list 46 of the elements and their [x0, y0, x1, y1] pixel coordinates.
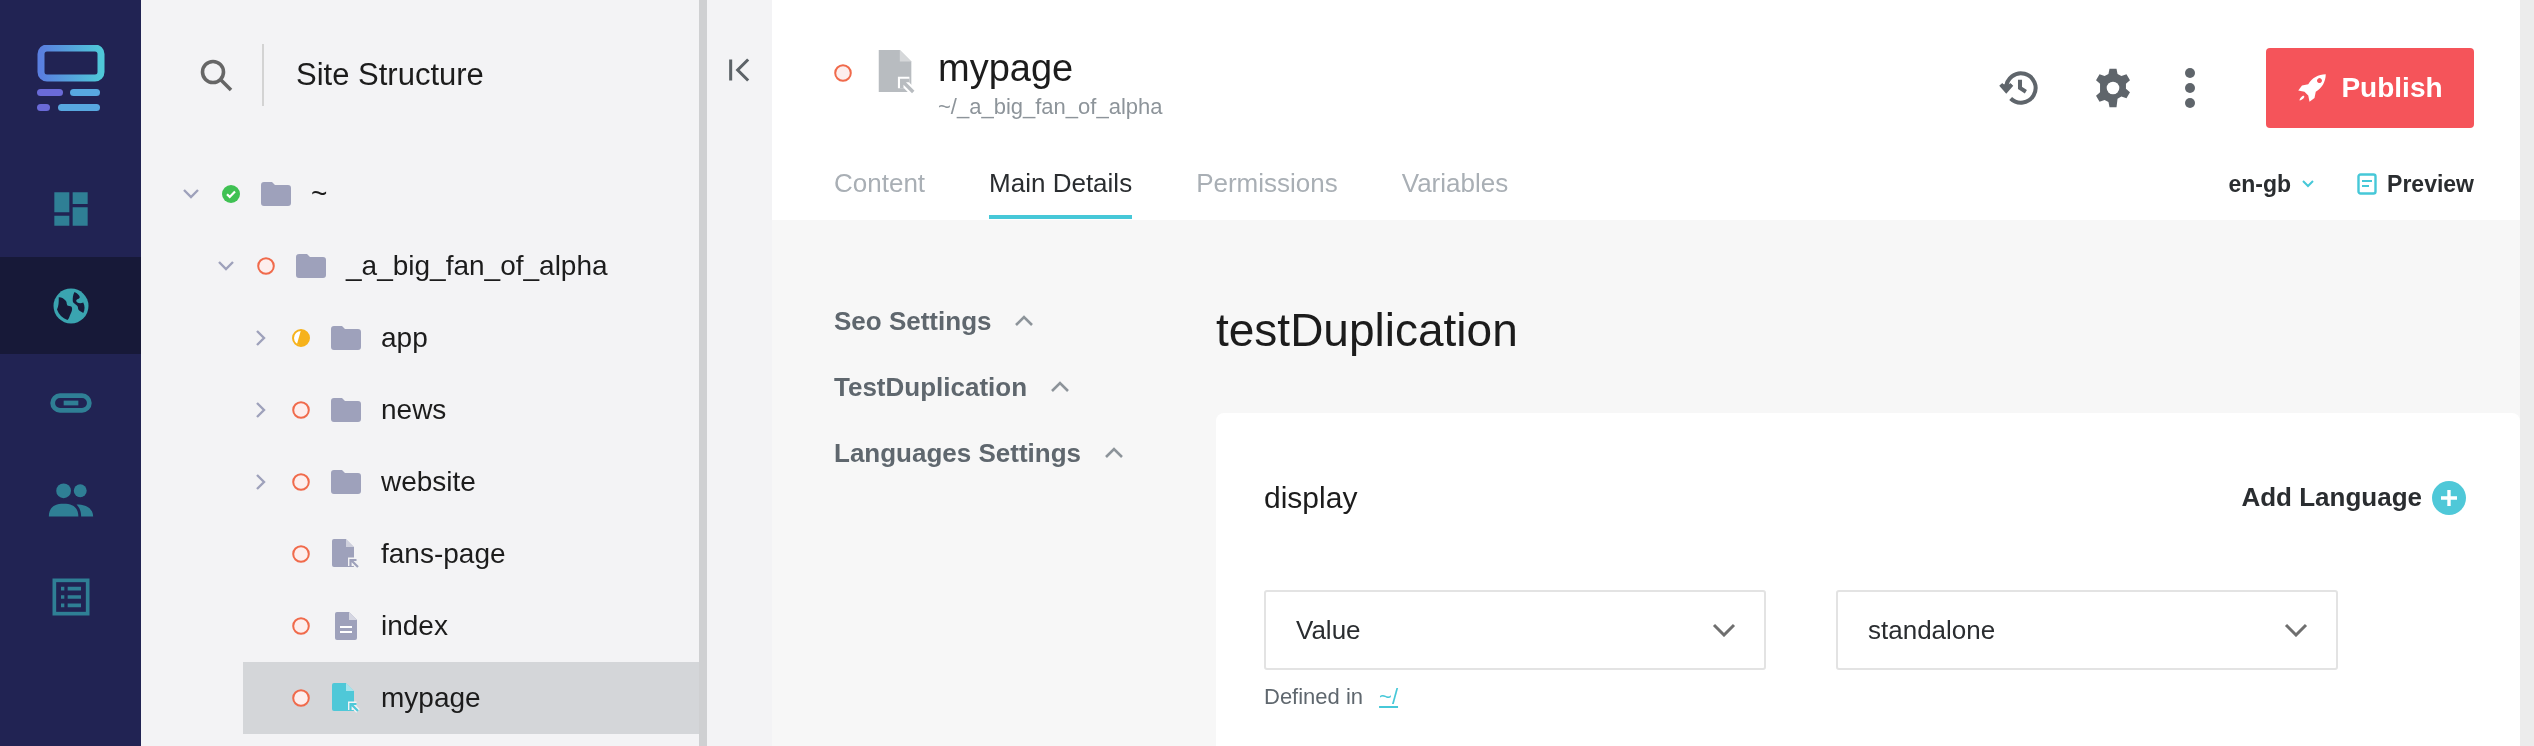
linked-page-icon: [876, 48, 916, 94]
preview-button[interactable]: Preview: [2357, 166, 2474, 201]
tree-item[interactable]: mypage: [243, 662, 699, 734]
chevron-down-icon: [1712, 623, 1736, 637]
more-icon[interactable]: [2184, 68, 2196, 108]
tree-item[interactable]: website: [243, 446, 699, 518]
section-toggle[interactable]: TestDuplication: [834, 354, 1072, 420]
chevron-down-icon[interactable]: [182, 188, 200, 200]
chevron-right-icon[interactable]: [255, 329, 267, 347]
chevron-right-icon[interactable]: [255, 401, 267, 419]
globe-icon[interactable]: [0, 257, 141, 354]
tree-item[interactable]: news: [243, 374, 699, 446]
search-icon[interactable]: [198, 57, 234, 93]
section-toggle[interactable]: Languages Settings: [834, 420, 1126, 486]
folder-icon: [296, 254, 326, 278]
document-icon: [2357, 172, 2378, 195]
chevron-down-icon: [2284, 623, 2308, 637]
page-path: ~/_a_big_fan_of_alpha: [938, 92, 1163, 121]
tree-item[interactable]: app: [243, 302, 699, 374]
chevron-down-icon: [2301, 178, 2316, 189]
folder-icon: [261, 182, 291, 206]
section-toggle[interactable]: Seo Settings: [834, 288, 1036, 354]
folder-icon: [331, 398, 361, 422]
section-title: testDuplication: [1216, 303, 1519, 358]
plus-icon: [2432, 480, 2466, 515]
tree-item[interactable]: ~: [173, 158, 699, 230]
folder-icon: [331, 326, 361, 350]
tab[interactable]: Main Details: [989, 164, 1133, 219]
panel-title: Site Structure: [296, 55, 484, 94]
add-language-button[interactable]: Add Language: [2241, 478, 2466, 517]
chevron-down-icon[interactable]: [217, 260, 235, 272]
tree-item[interactable]: _a_big_fan_of_alpha: [208, 230, 699, 302]
rocket-icon: [2297, 73, 2328, 103]
folder-icon: [331, 470, 361, 494]
linked-page-icon: [332, 539, 360, 569]
field-name: display: [1264, 480, 1358, 516]
defined-in-label: Defined in: [1264, 683, 1364, 711]
chevron-right-icon[interactable]: [255, 473, 267, 491]
select-field[interactable]: standalone: [1836, 590, 2338, 670]
language-dropdown[interactable]: en-gb: [2228, 166, 2316, 201]
document-icon: [335, 612, 357, 640]
select-field[interactable]: Value: [1264, 590, 1766, 670]
tree-item[interactable]: fans-page: [243, 518, 699, 590]
linked-page-icon: [332, 683, 360, 713]
tree-item[interactable]: index: [243, 590, 699, 662]
page-title: mypage: [938, 48, 1075, 90]
